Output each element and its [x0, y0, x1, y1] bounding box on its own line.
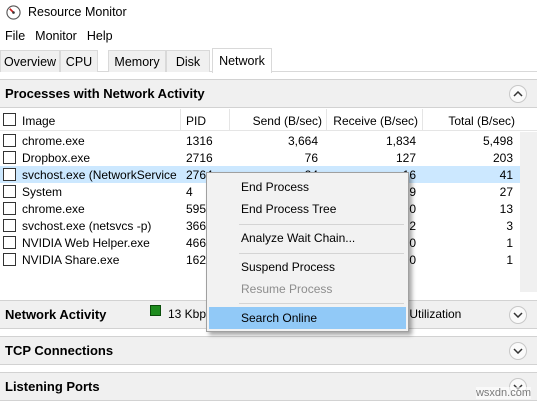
menu-help[interactable]: Help	[82, 29, 118, 43]
menu-item-end-process-tree[interactable]: End Process Tree	[209, 198, 406, 220]
vertical-scrollbar[interactable]	[520, 132, 537, 292]
tab-network-label: Network	[219, 54, 265, 68]
expand-tcp-connections-button[interactable]	[509, 342, 527, 360]
table-header: Image PID Send (B/sec) Receive (B/sec) T…	[0, 109, 537, 131]
menu-file[interactable]: File	[0, 29, 30, 43]
column-divider[interactable]	[180, 109, 181, 131]
network-legend-swatch	[150, 305, 161, 316]
cell-send: 3,664	[287, 134, 318, 148]
cell-receive: 127	[395, 151, 416, 165]
title-bar: Resource Monitor	[0, 0, 537, 24]
cell-image: Dropbox.exe	[22, 151, 91, 165]
cell-pid: 1316	[186, 134, 213, 148]
menu-item-label: Search Online	[241, 311, 318, 325]
row-checkbox[interactable]	[3, 168, 16, 181]
cell-total: 1	[506, 253, 513, 267]
resource-monitor-gauge-icon	[6, 4, 21, 20]
cell-total: 3	[506, 219, 513, 233]
network-activity-title: Network Activity	[5, 307, 107, 322]
row-checkbox[interactable]	[3, 253, 16, 266]
tab-overview[interactable]: Overview	[0, 50, 60, 72]
menu-item-label: Suspend Process	[241, 260, 336, 274]
tab-network[interactable]: Network	[212, 48, 272, 73]
table-row[interactable]: Dropbox.exe 2716 76 127 203	[0, 149, 537, 166]
select-all-checkbox[interactable]	[3, 113, 16, 126]
tab-memory[interactable]: Memory	[108, 50, 166, 72]
column-header-total[interactable]: Total (B/sec)	[422, 114, 515, 128]
menu-separator	[239, 253, 404, 254]
menu-item-label: End Process Tree	[241, 202, 337, 216]
cell-total: 27	[499, 185, 513, 199]
network-utilization-label: k Utilization	[400, 307, 462, 321]
tab-strip: Overview CPU Memory Disk Network	[0, 48, 537, 73]
tab-disk[interactable]: Disk	[166, 50, 210, 72]
chevron-down-icon	[513, 348, 523, 354]
cell-receive: 1,834	[385, 134, 416, 148]
cell-image: chrome.exe	[22, 134, 85, 148]
menu-separator	[239, 303, 404, 304]
menu-monitor[interactable]: Monitor	[30, 29, 82, 43]
cell-pid: 2716	[186, 151, 213, 165]
cell-image: NVIDIA Share.exe	[22, 253, 120, 267]
cell-image: svchost.exe (netsvcs -p)	[22, 219, 152, 233]
row-checkbox[interactable]	[3, 134, 16, 147]
context-menu: End Process End Process Tree Analyze Wai…	[206, 172, 409, 332]
tab-disk-label: Disk	[175, 54, 201, 69]
cell-image: System	[22, 185, 63, 199]
menu-item-label: End Process	[241, 180, 310, 194]
menu-item-label: Resume Process	[241, 282, 333, 296]
cell-image: NVIDIA Web Helper.exe	[22, 236, 150, 250]
row-checkbox[interactable]	[3, 202, 16, 215]
menu-separator	[239, 224, 404, 225]
collapse-processes-button[interactable]	[509, 85, 527, 103]
processes-section-title: Processes with Network Activity	[5, 86, 205, 101]
cell-pid: 4	[186, 185, 193, 199]
menu-item-suspend-process[interactable]: Suspend Process	[209, 256, 406, 278]
menu-item-search-online[interactable]: Search Online	[209, 307, 406, 329]
cell-total: 41	[499, 168, 513, 182]
tab-overview-label: Overview	[3, 54, 57, 69]
cell-image: svchost.exe (NetworkService...	[22, 168, 177, 182]
row-checkbox[interactable]	[3, 236, 16, 249]
column-header-receive[interactable]: Receive (B/sec)	[326, 114, 418, 128]
menu-item-resume-process: Resume Process	[209, 278, 406, 300]
cell-total: 1	[506, 236, 513, 250]
listening-ports-section-header[interactable]: Listening Ports	[0, 372, 537, 401]
cell-total: 203	[492, 151, 513, 165]
chevron-down-icon	[513, 312, 523, 318]
listening-ports-title: Listening Ports	[5, 379, 100, 394]
menu-bar: File Monitor Help	[0, 26, 118, 46]
tab-memory-label: Memory	[114, 54, 160, 69]
menu-item-label: Analyze Wait Chain...	[241, 231, 356, 245]
watermark: wsxdn.com	[475, 387, 531, 399]
column-header-send[interactable]: Send (B/sec)	[229, 114, 322, 128]
cell-total: 13	[499, 202, 513, 216]
expand-network-activity-button[interactable]	[509, 306, 527, 324]
tab-cpu-label: CPU	[65, 54, 93, 69]
tab-cpu[interactable]: CPU	[60, 50, 98, 72]
row-checkbox[interactable]	[3, 219, 16, 232]
column-header-image[interactable]: Image	[22, 114, 55, 128]
menu-item-analyze-wait-chain[interactable]: Analyze Wait Chain...	[209, 227, 406, 249]
row-checkbox[interactable]	[3, 151, 16, 164]
table-row[interactable]: chrome.exe 1316 3,664 1,834 5,498	[0, 132, 537, 149]
row-checkbox[interactable]	[3, 185, 16, 198]
column-header-pid[interactable]: PID	[186, 114, 206, 128]
cell-total: 5,498	[482, 134, 513, 148]
tcp-connections-title: TCP Connections	[5, 343, 114, 358]
menu-item-end-process[interactable]: End Process	[209, 176, 406, 198]
cell-send: 76	[304, 151, 318, 165]
processes-section-header[interactable]: Processes with Network Activity	[0, 79, 537, 108]
window-title: Resource Monitor	[28, 5, 127, 19]
tcp-connections-section-header[interactable]: TCP Connections	[0, 336, 537, 365]
cell-image: chrome.exe	[22, 202, 85, 216]
chevron-up-icon	[513, 91, 523, 97]
